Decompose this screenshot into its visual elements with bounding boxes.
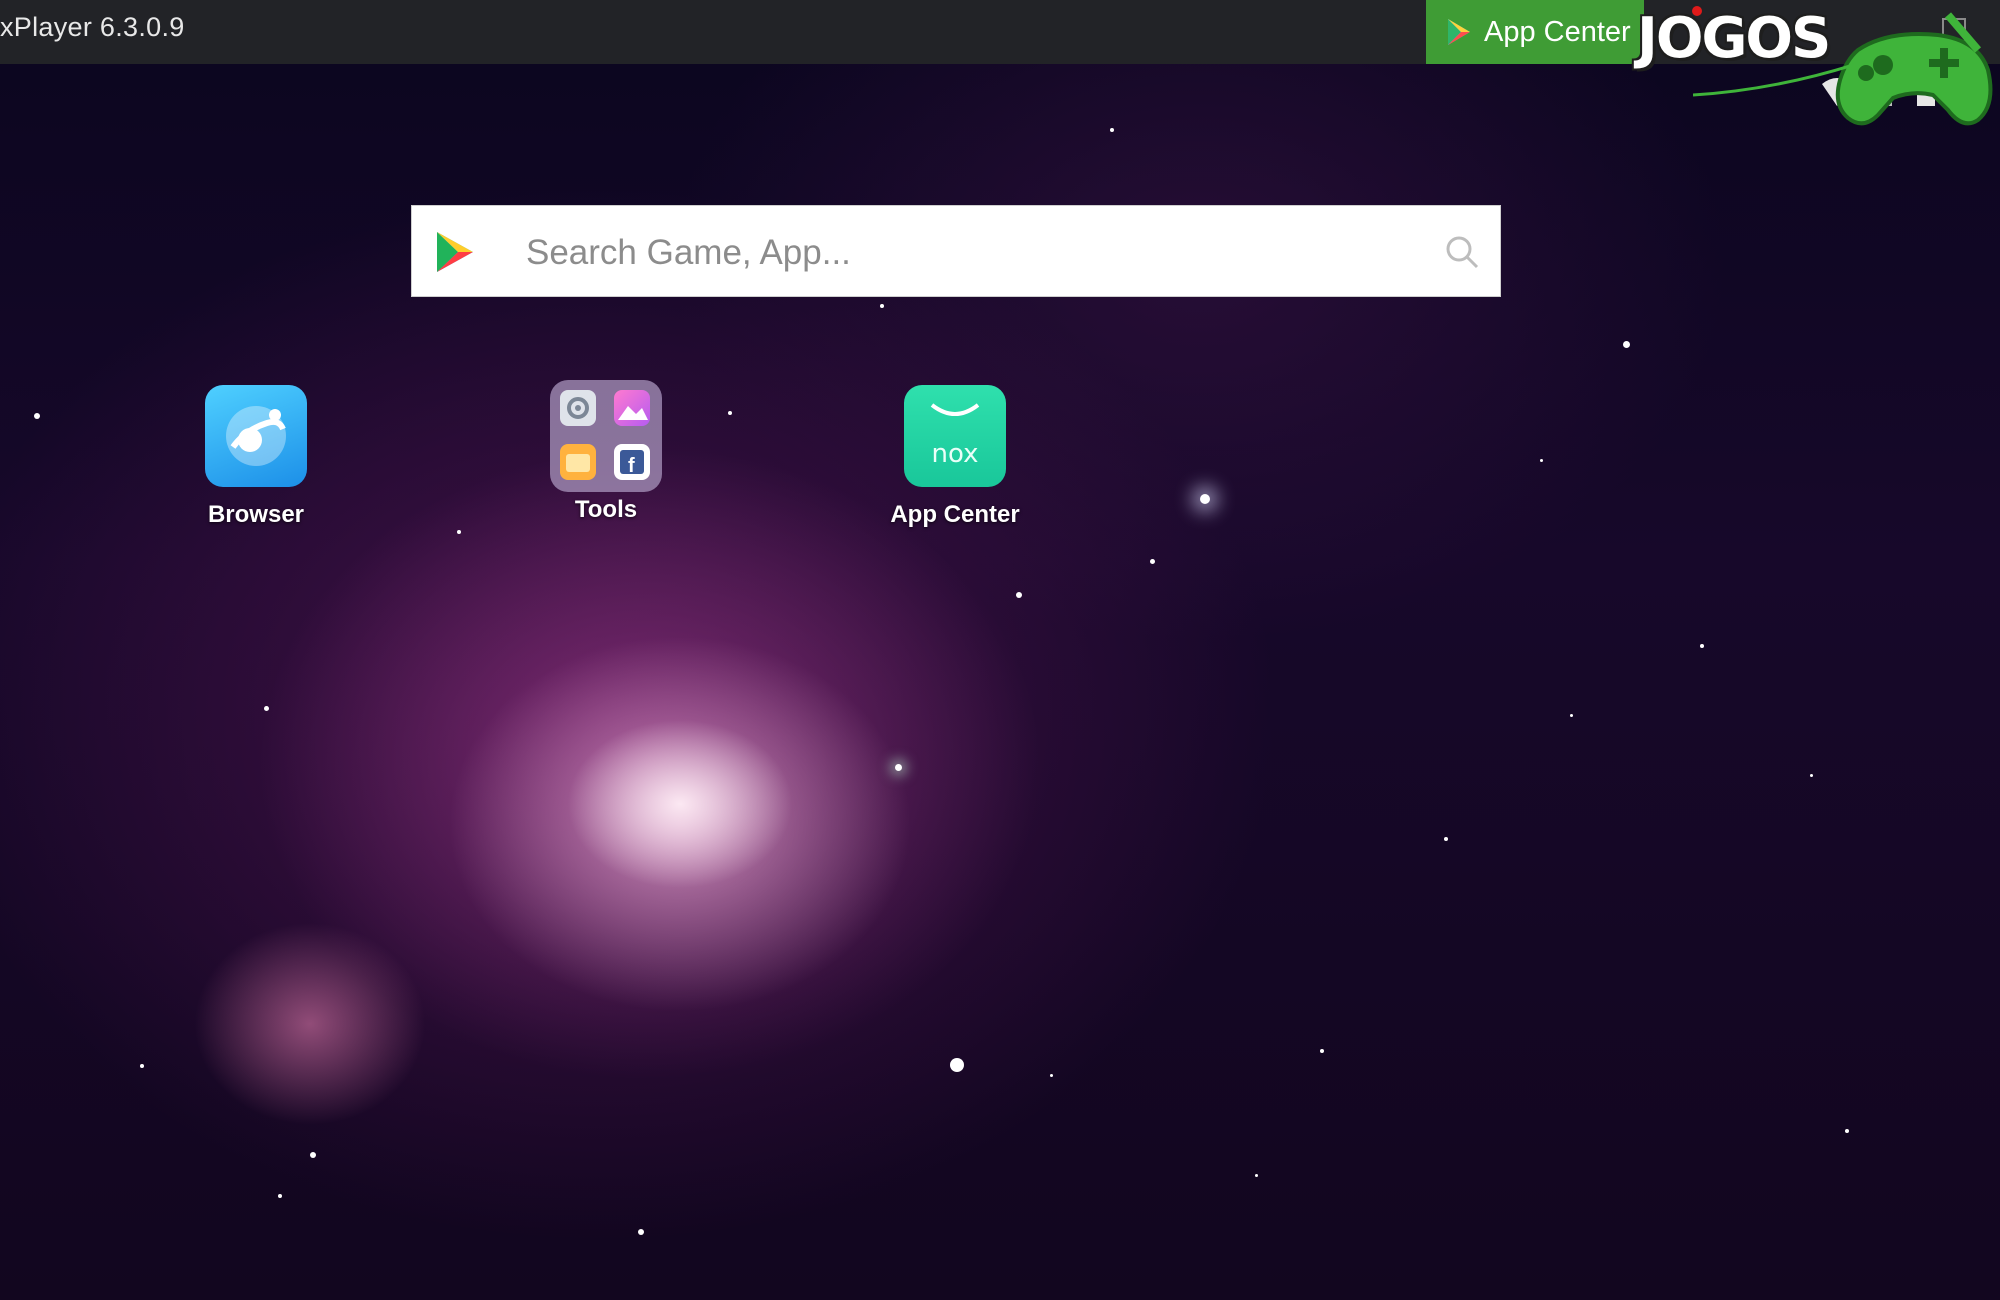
star bbox=[1700, 644, 1704, 648]
nox-app-center-icon: nox bbox=[904, 385, 1006, 487]
tools-folder-icon: f bbox=[550, 380, 662, 492]
star bbox=[638, 1229, 644, 1235]
star bbox=[264, 706, 269, 711]
facebook-icon: f bbox=[614, 444, 650, 480]
search-bar[interactable] bbox=[411, 205, 1501, 297]
swoosh-decoration bbox=[1693, 63, 1853, 97]
star bbox=[1150, 559, 1155, 564]
app-center-button[interactable]: App Center bbox=[1426, 0, 1644, 64]
play-store-icon bbox=[1448, 19, 1470, 45]
jogos-watermark-logo: JOGOS bbox=[1633, 0, 2000, 140]
file-manager-icon bbox=[560, 444, 596, 480]
star bbox=[1623, 341, 1630, 348]
star bbox=[34, 413, 40, 419]
star bbox=[457, 530, 461, 534]
star bbox=[1016, 592, 1022, 598]
app-browser[interactable]: Browser bbox=[156, 385, 356, 529]
app-label-tools: Tools bbox=[574, 496, 638, 523]
star bbox=[1540, 459, 1543, 462]
svg-text:f: f bbox=[628, 455, 635, 477]
star bbox=[1320, 1049, 1324, 1053]
red-dot bbox=[1692, 6, 1702, 16]
gallery-icon bbox=[614, 390, 650, 426]
star bbox=[895, 764, 902, 771]
search-input[interactable] bbox=[524, 222, 1428, 284]
app-app-center[interactable]: nox App Center bbox=[855, 385, 1055, 529]
app-label-app-center: App Center bbox=[890, 501, 1020, 528]
star bbox=[278, 1194, 282, 1198]
star bbox=[1200, 494, 1210, 504]
star bbox=[1810, 774, 1813, 777]
gamepad-icon bbox=[1835, 12, 1993, 126]
google-play-icon bbox=[437, 232, 473, 272]
app-tools[interactable]: f Tools bbox=[506, 380, 706, 524]
star bbox=[1050, 1074, 1053, 1077]
app-center-button-label: App Center bbox=[1484, 15, 1631, 48]
star bbox=[1845, 1129, 1849, 1133]
browser-icon bbox=[205, 385, 307, 487]
star bbox=[1570, 714, 1573, 717]
app-label-browser: Browser bbox=[207, 501, 305, 528]
nox-logo-text: nox bbox=[931, 439, 979, 469]
star bbox=[140, 1064, 144, 1068]
star bbox=[1110, 128, 1114, 132]
search-icon[interactable] bbox=[1444, 234, 1480, 270]
home-page-indicator bbox=[950, 1058, 964, 1072]
window-title: xPlayer 6.3.0.9 bbox=[0, 12, 185, 42]
star bbox=[1444, 837, 1448, 841]
star bbox=[728, 411, 732, 415]
star bbox=[880, 304, 884, 308]
star bbox=[310, 1152, 316, 1158]
settings-icon bbox=[560, 390, 596, 426]
star bbox=[1255, 1174, 1258, 1177]
